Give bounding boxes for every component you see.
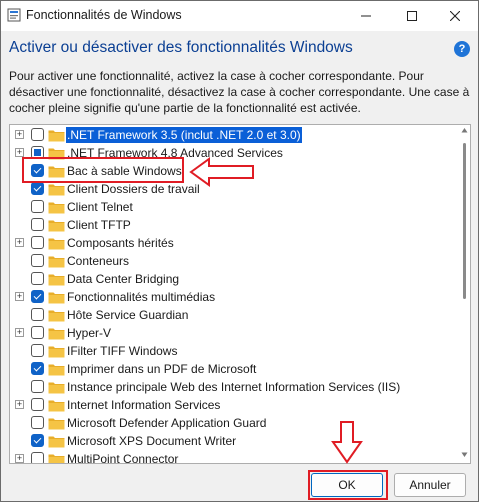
folder-icon	[48, 310, 65, 322]
feature-label: Hyper-V	[67, 326, 112, 340]
feature-row[interactable]: Instance principale Web des Internet Inf…	[10, 378, 450, 396]
feature-checkbox[interactable]	[31, 128, 44, 141]
feature-row[interactable]: Client TFTP	[10, 216, 450, 234]
left-arrow-annotation	[189, 157, 254, 187]
feature-checkbox[interactable]	[31, 218, 44, 231]
feature-checkbox[interactable]	[31, 380, 44, 393]
feature-label: Fonctionnalités multimédias	[67, 290, 216, 304]
feature-row[interactable]: Hôte Service Guardian	[10, 306, 450, 324]
feature-checkbox[interactable]	[31, 362, 44, 375]
scroll-thumb[interactable]	[463, 143, 466, 299]
folder-icon	[48, 202, 65, 214]
scroll-up-icon[interactable]	[461, 127, 468, 134]
folder-icon	[48, 346, 65, 358]
feature-row[interactable]: Microsoft Defender Application Guard	[10, 414, 450, 432]
folder-icon	[48, 292, 65, 304]
expand-icon[interactable]: +	[15, 148, 24, 157]
close-icon	[450, 11, 460, 21]
close-button[interactable]	[432, 1, 478, 31]
feature-label: Client TFTP	[67, 218, 131, 232]
folder-icon	[48, 220, 65, 232]
feature-row[interactable]: + .NET Framework 3.5 (inclut .NET 2.0 et …	[10, 126, 450, 144]
features-dialog: Fonctionnalités de Windows Activer ou dé…	[0, 0, 479, 502]
feature-checkbox[interactable]	[31, 290, 44, 303]
feature-checkbox[interactable]	[31, 416, 44, 429]
feature-label: Client Telnet	[67, 200, 133, 214]
feature-row[interactable]: Client Telnet	[10, 198, 450, 216]
feature-label: Client Dossiers de travail	[67, 182, 200, 196]
feature-row[interactable]: + Hyper-V	[10, 324, 450, 342]
folder-icon	[48, 454, 65, 463]
highlight-box-bac-a-sable	[22, 157, 184, 183]
feature-label: .NET Framework 3.5 (inclut .NET 2.0 et 3…	[66, 127, 302, 143]
feature-label: Hôte Service Guardian	[67, 308, 189, 322]
folder-icon	[48, 238, 65, 250]
maximize-icon	[407, 11, 417, 21]
feature-checkbox[interactable]	[31, 398, 44, 411]
folder-icon	[48, 364, 65, 376]
title-bar: Fonctionnalités de Windows	[1, 1, 478, 31]
feature-row[interactable]: Conteneurs	[10, 252, 450, 270]
feature-checkbox[interactable]	[31, 326, 44, 339]
minimize-icon	[361, 15, 371, 17]
feature-row[interactable]: + Composants hérités	[10, 234, 450, 252]
folder-icon	[48, 130, 65, 142]
minimize-button[interactable]	[343, 1, 389, 31]
expand-icon[interactable]: +	[15, 292, 24, 301]
expand-icon[interactable]: +	[15, 328, 24, 337]
vertical-scrollbar[interactable]	[461, 127, 468, 461]
expand-icon[interactable]: +	[15, 454, 24, 463]
feature-row[interactable]: + Internet Information Services	[10, 396, 450, 414]
feature-checkbox[interactable]	[31, 182, 44, 195]
down-arrow-annotation	[331, 421, 363, 464]
feature-checkbox[interactable]	[31, 308, 44, 321]
feature-row[interactable]: Imprimer dans un PDF de Microsoft	[10, 360, 450, 378]
expand-icon[interactable]: +	[15, 238, 24, 247]
feature-label: Data Center Bridging	[67, 272, 180, 286]
feature-row[interactable]: IFilter TIFF Windows	[10, 342, 450, 360]
scroll-down-icon[interactable]	[461, 451, 468, 458]
feature-label: Composants hérités	[67, 236, 174, 250]
feature-label: Imprimer dans un PDF de Microsoft	[67, 362, 257, 376]
instructions-text: Pour activer une fonctionnalité, activez…	[9, 69, 470, 115]
page-title: Activer ou désactiver des fonctionnalité…	[9, 39, 353, 56]
feature-checkbox[interactable]	[31, 434, 44, 447]
feature-checkbox[interactable]	[31, 344, 44, 357]
expand-icon[interactable]: +	[15, 130, 24, 139]
feature-checkbox[interactable]	[31, 236, 44, 249]
windows-features-app-icon	[7, 8, 21, 22]
expand-icon[interactable]: +	[15, 400, 24, 409]
feature-checkbox[interactable]	[31, 200, 44, 213]
feature-row[interactable]: Microsoft XPS Document Writer	[10, 432, 450, 450]
feature-label: Internet Information Services	[67, 398, 221, 412]
help-icon[interactable]: ?	[454, 41, 470, 57]
highlight-box-ok	[308, 470, 388, 500]
cancel-button[interactable]: Annuler	[394, 473, 466, 497]
folder-icon	[48, 382, 65, 394]
feature-label: MultiPoint Connector	[67, 452, 179, 464]
folder-icon	[48, 436, 65, 448]
folder-icon	[48, 274, 65, 286]
feature-label: Instance principale Web des Internet Inf…	[67, 380, 401, 394]
feature-checkbox[interactable]	[31, 254, 44, 267]
feature-row[interactable]: + MultiPoint Connector	[10, 450, 450, 464]
feature-label: Microsoft XPS Document Writer	[67, 434, 237, 448]
folder-icon	[48, 184, 65, 196]
window-title: Fonctionnalités de Windows	[26, 8, 182, 22]
feature-label: IFilter TIFF Windows	[67, 344, 178, 358]
feature-row[interactable]: + Fonctionnalités multimédias	[10, 288, 450, 306]
maximize-button[interactable]	[389, 1, 435, 31]
feature-label: Microsoft Defender Application Guard	[67, 416, 267, 430]
feature-row[interactable]: Data Center Bridging	[10, 270, 450, 288]
feature-checkbox[interactable]	[31, 452, 44, 463]
folder-icon	[48, 328, 65, 340]
feature-label: Conteneurs	[67, 254, 130, 268]
folder-icon	[48, 256, 65, 268]
feature-checkbox[interactable]	[31, 272, 44, 285]
folder-icon	[48, 400, 65, 412]
folder-icon	[48, 418, 65, 430]
